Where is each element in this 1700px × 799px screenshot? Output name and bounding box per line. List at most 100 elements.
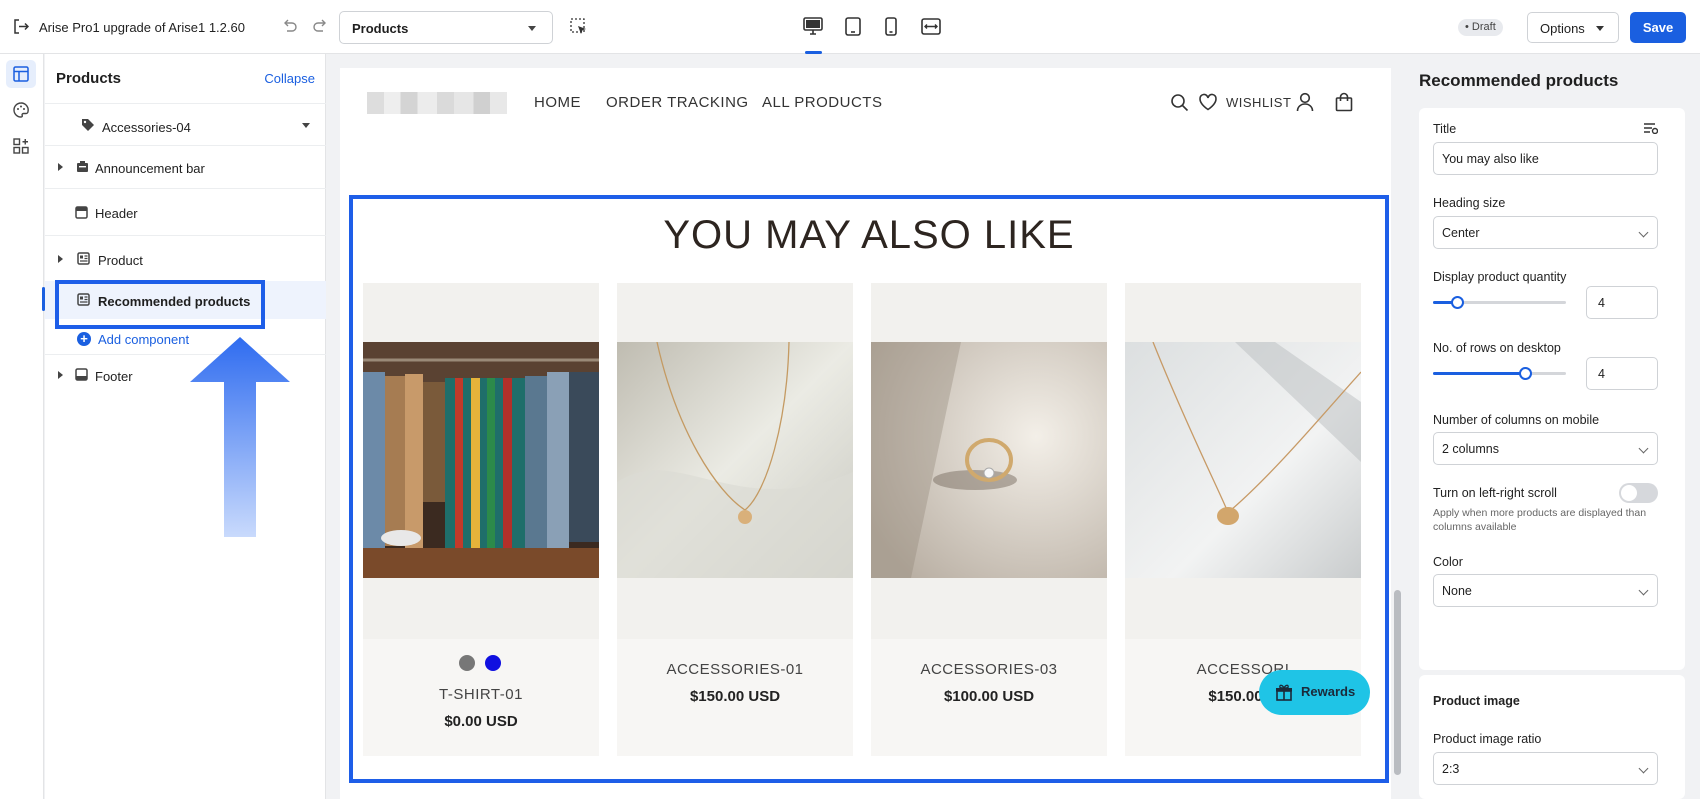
active-device-indicator	[805, 51, 822, 54]
heading-size-value: Center	[1442, 226, 1480, 240]
product-image-heading: Product image	[1433, 694, 1520, 708]
cart-icon[interactable]	[1335, 92, 1353, 112]
rows-label: No. of rows on desktop	[1433, 341, 1561, 355]
slider-knob[interactable]	[1518, 367, 1532, 380]
page-select[interactable]: Products	[339, 11, 553, 44]
wishlist-link[interactable]: WISHLIST	[1226, 95, 1291, 110]
theme-settings-tab[interactable]	[6, 96, 36, 124]
color-label: Color	[1433, 555, 1463, 569]
redo-icon[interactable]	[313, 19, 328, 34]
product-price: $0.00 USD	[444, 713, 518, 730]
canvas-scrollbar[interactable]	[1394, 590, 1401, 775]
left-rail	[0, 54, 44, 799]
mobile-view-icon[interactable]	[884, 17, 898, 36]
product-image[interactable]	[363, 342, 599, 578]
color-select[interactable]: None	[1433, 574, 1658, 607]
product-image[interactable]	[871, 342, 1107, 578]
dynamic-source-icon[interactable]	[1643, 122, 1658, 134]
product-card[interactable]: T-SHIRT-01 $0.00 USD	[363, 283, 599, 756]
color-swatch[interactable]	[459, 655, 475, 671]
chevron-down-icon	[1638, 443, 1649, 454]
heading-size-label: Heading size	[1433, 196, 1506, 210]
slider-knob[interactable]	[1450, 296, 1464, 309]
chevron-down-icon	[1638, 585, 1649, 596]
fullscreen-icon[interactable]	[921, 18, 941, 35]
announcement-icon	[76, 160, 89, 173]
product-image[interactable]	[1125, 342, 1361, 578]
section-item-recommended-products[interactable]: Recommended products	[42, 280, 326, 329]
footer-icon	[75, 368, 88, 381]
display-qty-input[interactable]: 4	[1586, 286, 1658, 319]
settings-title: Recommended products	[1419, 71, 1619, 90]
mobile-columns-select[interactable]: 2 columns	[1433, 432, 1658, 465]
chevron-down-icon	[1638, 763, 1649, 774]
product-name[interactable]: T-SHIRT-01	[363, 686, 599, 703]
product-name[interactable]: ACCESSORIES-01	[617, 661, 853, 678]
save-button[interactable]: Save	[1630, 12, 1686, 43]
rewards-label: Rewards	[1301, 684, 1356, 699]
rewards-button[interactable]: Rewards	[1259, 670, 1370, 715]
collapse-link[interactable]: Collapse	[264, 71, 315, 86]
store-logo[interactable]	[367, 92, 507, 114]
options-button[interactable]: Options	[1527, 12, 1619, 43]
tablet-view-icon[interactable]	[844, 17, 862, 36]
undo-icon[interactable]	[282, 19, 297, 34]
product-price: $100.00 USD	[943, 688, 1035, 705]
select-element-icon[interactable]	[570, 18, 588, 36]
desktop-view-icon[interactable]	[803, 17, 823, 35]
arrow-up-icon	[190, 337, 290, 537]
heart-icon[interactable]	[1198, 93, 1218, 111]
product-section-icon	[77, 293, 90, 306]
exit-icon[interactable]	[13, 18, 29, 35]
status-badge: • Draft	[1458, 19, 1503, 36]
caret-down-icon	[528, 26, 536, 31]
gift-icon	[1275, 683, 1293, 701]
recommended-products-section[interactable]: YOU MAY ALSO LIKE T-SHIRT-01 $0.00 USD A…	[349, 195, 1389, 783]
color-value: None	[1442, 584, 1472, 598]
section-heading: YOU MAY ALSO LIKE	[663, 213, 1075, 257]
nav-home[interactable]: HOME	[534, 94, 581, 111]
heading-size-select[interactable]: Center	[1433, 216, 1658, 249]
display-qty-slider[interactable]	[1433, 296, 1566, 309]
expand-caret-icon	[58, 163, 63, 171]
image-ratio-select[interactable]: 2:3	[1433, 752, 1658, 785]
sections-tab[interactable]	[6, 60, 36, 88]
product-name[interactable]: ACCESSORIES-03	[871, 661, 1107, 678]
title-input[interactable]: You may also like	[1433, 142, 1658, 175]
top-bar: Arise Pro1 upgrade of Arise1 1.2.60 Prod…	[0, 0, 1700, 54]
caret-down-icon	[302, 123, 310, 128]
color-swatch[interactable]	[485, 655, 501, 671]
rows-input[interactable]: 4	[1586, 357, 1658, 390]
nav-all-products[interactable]: ALL PRODUCTS	[762, 94, 882, 111]
scroll-toggle[interactable]	[1619, 483, 1658, 503]
sections-panel: Products Collapse Accessories-04 Announc…	[42, 54, 326, 799]
product-card[interactable]: ACCESSORIES-01 $150.00 USD	[617, 283, 853, 756]
section-item-label: Footer	[95, 369, 133, 384]
account-icon[interactable]	[1296, 92, 1314, 112]
card-info: ACCESSORIES-03 $100.00 USD	[871, 639, 1107, 756]
section-item-announcement-bar[interactable]: Announcement bar	[45, 146, 326, 188]
nav-order-tracking[interactable]: ORDER TRACKING	[606, 94, 749, 111]
panel-title: Products	[56, 70, 122, 87]
palette-icon	[13, 102, 29, 118]
expand-caret-icon	[58, 371, 63, 379]
app-title: Arise Pro1 upgrade of Arise1 1.2.60	[39, 20, 245, 35]
display-qty-label: Display product quantity	[1433, 270, 1567, 284]
section-item-product[interactable]: Product	[45, 236, 326, 281]
card-info: T-SHIRT-01 $0.00 USD	[363, 639, 599, 756]
options-label: Options	[1540, 21, 1585, 36]
product-image[interactable]	[617, 342, 853, 578]
settings-card: Title You may also like Heading size Cen…	[1419, 108, 1685, 670]
add-component-label: Add component	[98, 332, 190, 347]
caret-down-icon	[1596, 26, 1604, 31]
apps-tab[interactable]	[6, 132, 36, 160]
expand-caret-icon	[58, 255, 63, 263]
scroll-toggle-label: Turn on left-right scroll	[1433, 486, 1557, 500]
search-icon[interactable]	[1170, 93, 1189, 112]
template-select[interactable]: Accessories-04	[45, 104, 326, 145]
section-item-header[interactable]: Header	[45, 189, 326, 235]
image-ratio-label: Product image ratio	[1433, 732, 1542, 746]
rows-slider[interactable]	[1433, 367, 1566, 380]
title-label: Title	[1433, 122, 1457, 136]
product-card[interactable]: ACCESSORIES-03 $100.00 USD	[871, 283, 1107, 756]
